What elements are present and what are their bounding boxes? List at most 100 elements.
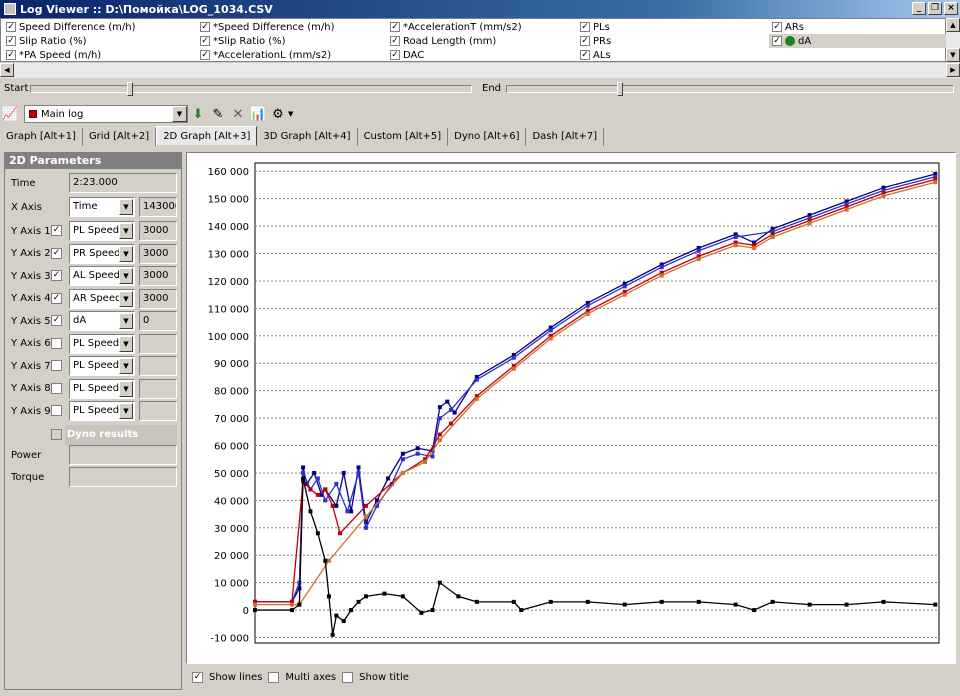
yaxis-select[interactable]: dA ▼: [69, 311, 135, 331]
parameter-list-scrollbar[interactable]: ▲ ▼: [946, 18, 960, 62]
chevron-down-icon[interactable]: ▼: [119, 403, 133, 419]
yaxis-select[interactable]: AR Speed ▼: [69, 288, 135, 309]
data-point: [622, 284, 627, 289]
param-item[interactable]: ✓ dA: [769, 34, 959, 48]
scroll-up-button[interactable]: ▲: [946, 18, 960, 32]
yaxis-checkbox[interactable]: ✓: [51, 292, 62, 304]
horizontal-scrollbar[interactable]: ◀ ▶: [0, 62, 960, 78]
tab-3[interactable]: 3D Graph [Alt+4]: [257, 128, 358, 146]
param-checkbox[interactable]: ✓: [390, 50, 400, 60]
tab-6[interactable]: Dash [Alt+7]: [526, 128, 605, 146]
start-slider-thumb[interactable]: [127, 82, 133, 96]
chart-area[interactable]: 2:22.0002:24.0002:26.0002:28.0002:30.000…: [186, 152, 956, 664]
param-checkbox[interactable]: ✓: [200, 50, 210, 60]
chevron-down-icon[interactable]: ▼: [119, 290, 133, 307]
data-point: [733, 243, 738, 248]
yaxis-select[interactable]: AL Speed ▼: [69, 266, 135, 286]
param-column: ✓ *AccelerationT (mm/s2) ✓ Road Length (mm)…: [387, 20, 577, 62]
yaxis-select[interactable]: PL Speed ▼: [69, 221, 135, 241]
param-item[interactable]: ✓ *AccelerationT (mm/s2): [387, 20, 577, 34]
xaxis-select[interactable]: Time ▼: [69, 197, 135, 217]
param-item[interactable]: ✓ Speed Difference (m/h): [3, 20, 193, 34]
chevron-down-icon[interactable]: ▼: [119, 223, 133, 239]
param-item[interactable]: ✓ *Slip Ratio (%): [197, 34, 387, 48]
restore-button[interactable]: ❐: [928, 2, 942, 15]
param-item[interactable]: ✓ ALs: [577, 48, 767, 62]
yaxis-checkbox[interactable]: ✓: [51, 315, 62, 326]
scroll-left-button[interactable]: ◀: [0, 63, 14, 77]
chevron-down-icon[interactable]: ▼: [119, 245, 133, 262]
scroll-right-button[interactable]: ▶: [946, 63, 960, 77]
start-slider[interactable]: [30, 82, 472, 96]
param-item[interactable]: ✓ DAC: [387, 48, 577, 62]
scroll-down-button[interactable]: ▼: [946, 48, 960, 62]
end-slider[interactable]: [506, 82, 954, 96]
param-item[interactable]: ✓ *PA Speed (m/h): [3, 48, 193, 62]
tab-1[interactable]: Grid [Alt+2]: [83, 128, 157, 146]
tab-4[interactable]: Custom [Alt+5]: [358, 128, 449, 146]
show-title-checkbox[interactable]: [342, 671, 354, 683]
close-button[interactable]: ×: [944, 2, 958, 15]
param-column: ✓ ARs ✓ dA: [769, 20, 959, 48]
tab-5[interactable]: Dyno [Alt+6]: [448, 128, 527, 146]
param-item[interactable]: ✓ PRs: [577, 34, 767, 48]
param-checkbox[interactable]: ✓: [390, 22, 400, 32]
yaxis-checkbox[interactable]: [51, 337, 62, 349]
end-slider-thumb[interactable]: [617, 82, 623, 96]
yaxis-checkbox[interactable]: ✓: [51, 247, 62, 259]
chevron-down-icon[interactable]: ▼: [119, 335, 133, 352]
param-item[interactable]: ✓ ARs: [769, 20, 959, 34]
param-checkbox[interactable]: ✓: [390, 36, 400, 46]
chevron-down-icon[interactable]: ▼: [119, 313, 133, 329]
yaxis-checkbox[interactable]: [51, 382, 62, 394]
param-checkbox[interactable]: ✓: [200, 22, 210, 32]
yaxis-value: [139, 378, 177, 399]
chevron-down-icon[interactable]: ▼: [119, 199, 133, 215]
chevron-down-icon[interactable]: ▼: [119, 358, 133, 374]
param-checkbox[interactable]: ✓: [6, 22, 16, 32]
param-item[interactable]: ✓ *AccelerationL (mm/s2): [197, 48, 387, 62]
yaxis-select[interactable]: PL Speed ▼: [69, 333, 135, 354]
data-point: [881, 599, 886, 604]
chevron-down-icon[interactable]: ▼: [119, 380, 133, 397]
param-checkbox[interactable]: ✓: [772, 36, 782, 46]
yaxis-checkbox[interactable]: ✓: [51, 225, 62, 236]
param-checkbox[interactable]: ✓: [580, 50, 590, 60]
data-point: [696, 599, 701, 604]
tools-icon[interactable]: ⚙: [268, 104, 288, 124]
chevron-down-icon[interactable]: ▼: [119, 268, 133, 284]
param-checkbox[interactable]: ✓: [772, 22, 782, 32]
yaxis-checkbox[interactable]: [51, 405, 62, 416]
yaxis-checkbox[interactable]: [51, 360, 62, 371]
yaxis-select[interactable]: PL Speed ▼: [69, 378, 135, 399]
minimize-button[interactable]: _: [912, 2, 926, 15]
graph-icon[interactable]: 📊: [248, 104, 268, 124]
yaxis-checkbox[interactable]: ✓: [51, 270, 62, 281]
y-tick-label: 40 000: [214, 496, 249, 507]
multi-axes-checkbox[interactable]: [268, 671, 280, 683]
download-icon[interactable]: ⬇: [188, 104, 208, 124]
tab-0[interactable]: Graph [Alt+1]: [0, 128, 83, 146]
tools-dropdown-icon[interactable]: ▼: [288, 110, 293, 118]
param-item[interactable]: ✓ *Speed Difference (m/h): [197, 20, 387, 34]
yaxis-select[interactable]: PR Speed ▼: [69, 243, 135, 264]
chart-icon[interactable]: 📈: [0, 104, 20, 124]
chevron-down-icon[interactable]: ▼: [172, 106, 187, 122]
tab-2[interactable]: 2D Graph [Alt+3]: [156, 126, 258, 146]
yaxis-select[interactable]: PL Speed ▼: [69, 401, 135, 421]
data-point: [349, 509, 354, 514]
close-icon[interactable]: ✕: [228, 104, 248, 124]
log-selector[interactable]: Main log ▼: [24, 105, 188, 123]
param-checkbox[interactable]: ✓: [6, 50, 16, 60]
show-lines-checkbox[interactable]: ✓: [192, 671, 203, 683]
edit-icon[interactable]: ✎: [208, 104, 228, 124]
param-checkbox[interactable]: ✓: [580, 36, 590, 46]
data-point: [585, 599, 590, 604]
yaxis-select[interactable]: PL Speed ▼: [69, 356, 135, 376]
param-checkbox[interactable]: ✓: [580, 22, 590, 32]
param-item[interactable]: ✓ PLs: [577, 20, 767, 34]
param-checkbox[interactable]: ✓: [6, 36, 16, 46]
param-item[interactable]: ✓ Road Length (mm): [387, 34, 577, 48]
param-item[interactable]: ✓ Slip Ratio (%): [3, 34, 193, 48]
param-checkbox[interactable]: ✓: [200, 36, 210, 46]
